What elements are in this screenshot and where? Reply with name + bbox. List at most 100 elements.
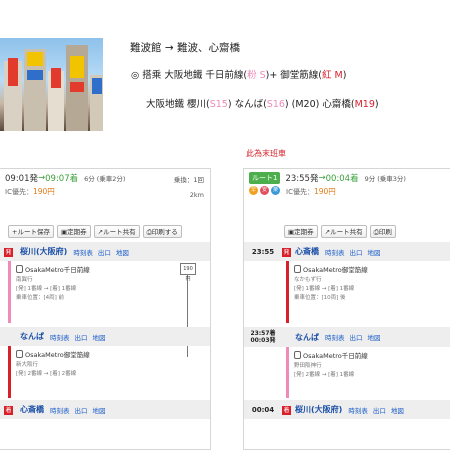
- segment-info: OsakaMetro千日前線 南巽行 [発] 1番線 → [着] 1番線 乗車位…: [16, 264, 90, 301]
- commuter-pass-label: 定期券: [67, 227, 87, 236]
- segment-midosuji: OsakaMetro御堂筋線 新大阪行 [発] 2番線 → [着] 2番線: [0, 346, 210, 398]
- fare-label: IC優先：: [5, 188, 33, 196]
- train-icon: [16, 350, 23, 358]
- commuter-pass-button[interactable]: ▣定期券: [284, 224, 318, 238]
- timetable-link[interactable]: 時刻表: [50, 332, 70, 342]
- segment-midosuji: OsakaMetro御堂筋線 なかもず行 [発] 1番線 → [着] 1番線 乗…: [244, 261, 450, 323]
- line2-mid2: ) (M20) 心齋橋(: [284, 99, 355, 110]
- timetable-link[interactable]: 時刻表: [325, 247, 345, 257]
- fare-price: 190円: [32, 187, 55, 196]
- segment-info: OsakaMetro御堂筋線 新大阪行 [発] 2番線 → [着] 2番線: [16, 349, 90, 377]
- ride-time: (乗車2分): [96, 175, 126, 183]
- distance: 2km: [189, 191, 204, 199]
- commuter-pass-button[interactable]: ▣定期券: [56, 224, 91, 238]
- print-button[interactable]: ⎙印刷: [369, 224, 396, 238]
- line1-code2: 紅 M: [322, 70, 343, 81]
- duration: 6分: [84, 175, 95, 183]
- station-row-namba: 23:57着 00:03発 なんば 時刻表 出口 地図: [244, 327, 450, 347]
- timetable-link[interactable]: 時刻表: [50, 405, 70, 415]
- map-link[interactable]: 地図: [391, 405, 404, 415]
- departure-time: 09:01発: [5, 174, 38, 184]
- pink-line-bar: [8, 261, 11, 323]
- segment-sennichimae: OsakaMetro千日前線 南巽行 [発] 1番線 → [着] 1番線 乗車位…: [0, 261, 210, 357]
- station-name[interactable]: 桜川(大阪府): [295, 404, 342, 415]
- train-icon: [294, 351, 301, 359]
- exit-link[interactable]: 出口: [75, 332, 88, 342]
- station-row-sakuragawa: 発 桜川(大阪府) 時刻表 出口 地図: [0, 242, 210, 261]
- line-name: OsakaMetro千日前線: [25, 266, 90, 274]
- route-card-left: 09:01発 → 09:07着 6分 (乗車2分) 乗換：1回 IC優先：190…: [0, 168, 211, 450]
- line1-code: 粉 S: [247, 70, 266, 81]
- map-link[interactable]: 地図: [93, 405, 106, 415]
- route-badges: 早 安 楽 IC優先：190円: [249, 186, 445, 197]
- transfer-count: 乗換：1回: [174, 174, 204, 184]
- arrival-time: 00:04着: [325, 174, 359, 184]
- station-name[interactable]: なんば: [20, 331, 44, 342]
- station-name[interactable]: 心斎橋: [20, 404, 44, 415]
- print-label: 印刷する: [151, 227, 178, 236]
- cheap-badge-icon: 安: [260, 186, 269, 195]
- timetable-link[interactable]: 時刻表: [348, 405, 368, 415]
- route-line-2: 大阪地鐵 櫻川(S15) なんば(S16) (M20) 心齋橋(M19): [146, 96, 379, 110]
- station-row-namba: なんば 時刻表 出口 地図: [0, 327, 210, 346]
- exit-link[interactable]: 出口: [373, 405, 386, 415]
- platform-info: [発] 1番線 → [着] 1番線: [294, 286, 355, 292]
- station-time: 23:55: [251, 247, 275, 256]
- fare-line: IC優先：190円: [286, 186, 336, 197]
- save-route-button[interactable]: +ルート保存: [8, 224, 54, 238]
- train-line: OsakaMetro御堂筋線: [294, 264, 368, 274]
- save-route-label: ルート保存: [17, 227, 50, 236]
- station-name[interactable]: なんば: [295, 332, 319, 343]
- action-buttons: +ルート保存 ▣定期券 ↗ルート共有 ⎙印刷する: [0, 223, 210, 239]
- departure-time: 23:55発: [285, 174, 319, 184]
- segment-sennichimae: OsakaMetro千日前線 野田阪神行 [発] 2番線 → [着] 1番線: [244, 347, 450, 398]
- exit-link[interactable]: 出口: [75, 405, 88, 415]
- direction: 新大阪行: [16, 362, 39, 368]
- ride-time: (乗車3分): [377, 175, 406, 183]
- map-link[interactable]: 地図: [368, 247, 381, 257]
- station-marker-icon: 着: [4, 405, 13, 415]
- boarding-position: 乗車位置：[10両] 後: [294, 295, 346, 301]
- train-line: OsakaMetro千日前線: [16, 264, 90, 274]
- last-train-note: 此為末班車: [246, 149, 286, 158]
- easy-badge-icon: 楽: [271, 186, 280, 195]
- line-name: OsakaMetro御堂筋線: [303, 266, 368, 274]
- share-route-button[interactable]: ↗ルート共有: [320, 224, 367, 238]
- station-marker-icon: 発: [4, 247, 13, 257]
- share-route-label: ルート共有: [330, 227, 363, 236]
- pink-line-bar: [286, 347, 289, 398]
- route-summary: 09:01発 → 09:07着 6分 (乗車2分) 乗換：1回 IC優先：190…: [0, 169, 210, 223]
- duration: 9分: [364, 175, 376, 183]
- red-line-bar: [8, 346, 11, 398]
- segment-info: OsakaMetro千日前線 野田阪神行 [発] 2番線 → [着] 1番線: [294, 350, 368, 378]
- map-link[interactable]: 地図: [116, 247, 129, 257]
- line-name: OsakaMetro御堂筋線: [25, 351, 90, 359]
- route-line-1: ◎ 搭乘 大阪地鐵 千日前線(粉 S)+ 御堂筋線(紅 M): [131, 67, 346, 81]
- train-line: OsakaMetro千日前線: [294, 350, 368, 360]
- red-line-bar: [286, 261, 289, 323]
- code-m19: M19: [354, 99, 375, 110]
- share-route-button[interactable]: ↗ルート共有: [93, 224, 140, 238]
- line2-prefix: 大阪地鐵 櫻川(: [146, 99, 210, 110]
- exit-link[interactable]: 出口: [350, 247, 363, 257]
- station-time: 23:57着 00:03発: [250, 330, 276, 344]
- arrival-time: 09:07着: [45, 174, 79, 184]
- print-label: 印刷: [378, 227, 392, 236]
- code-s15: S15: [209, 99, 228, 110]
- exit-link[interactable]: 出口: [350, 332, 363, 342]
- timetable-link[interactable]: 時刻表: [73, 247, 93, 257]
- platform-info: [発] 2番線 → [着] 2番線: [16, 371, 77, 377]
- station-name[interactable]: 心斎橋: [295, 246, 319, 257]
- print-button[interactable]: ⎙印刷する: [142, 224, 182, 238]
- station-name[interactable]: 桜川(大阪府): [20, 246, 67, 257]
- exit-link[interactable]: 出口: [98, 247, 111, 257]
- timetable-link[interactable]: 時刻表: [325, 332, 345, 342]
- map-link[interactable]: 地図: [368, 332, 381, 342]
- fare-line: IC優先：190円: [5, 186, 205, 197]
- line-name: OsakaMetro千日前線: [303, 352, 368, 360]
- fare-label: IC優先：: [286, 188, 314, 196]
- route-chip[interactable]: ルート1: [249, 172, 281, 184]
- map-link[interactable]: 地図: [93, 332, 106, 342]
- station-row-shinsaibashi: 着 心斎橋 時刻表 出口 地図: [0, 400, 210, 419]
- route-title: 難波館 → 難波、心齋橋: [130, 42, 240, 54]
